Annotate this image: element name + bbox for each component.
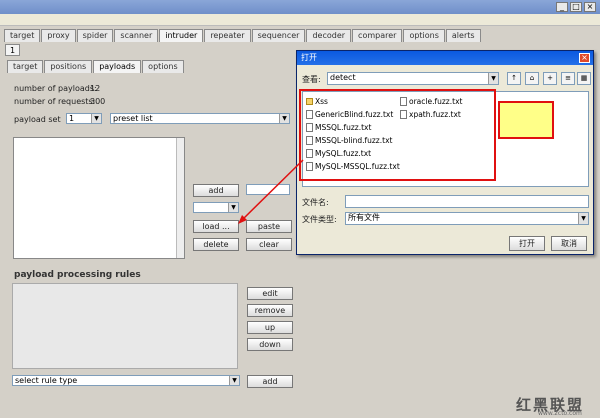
watermark-url: www.2cto.com xyxy=(538,410,582,417)
annotation-arrow xyxy=(238,159,304,224)
